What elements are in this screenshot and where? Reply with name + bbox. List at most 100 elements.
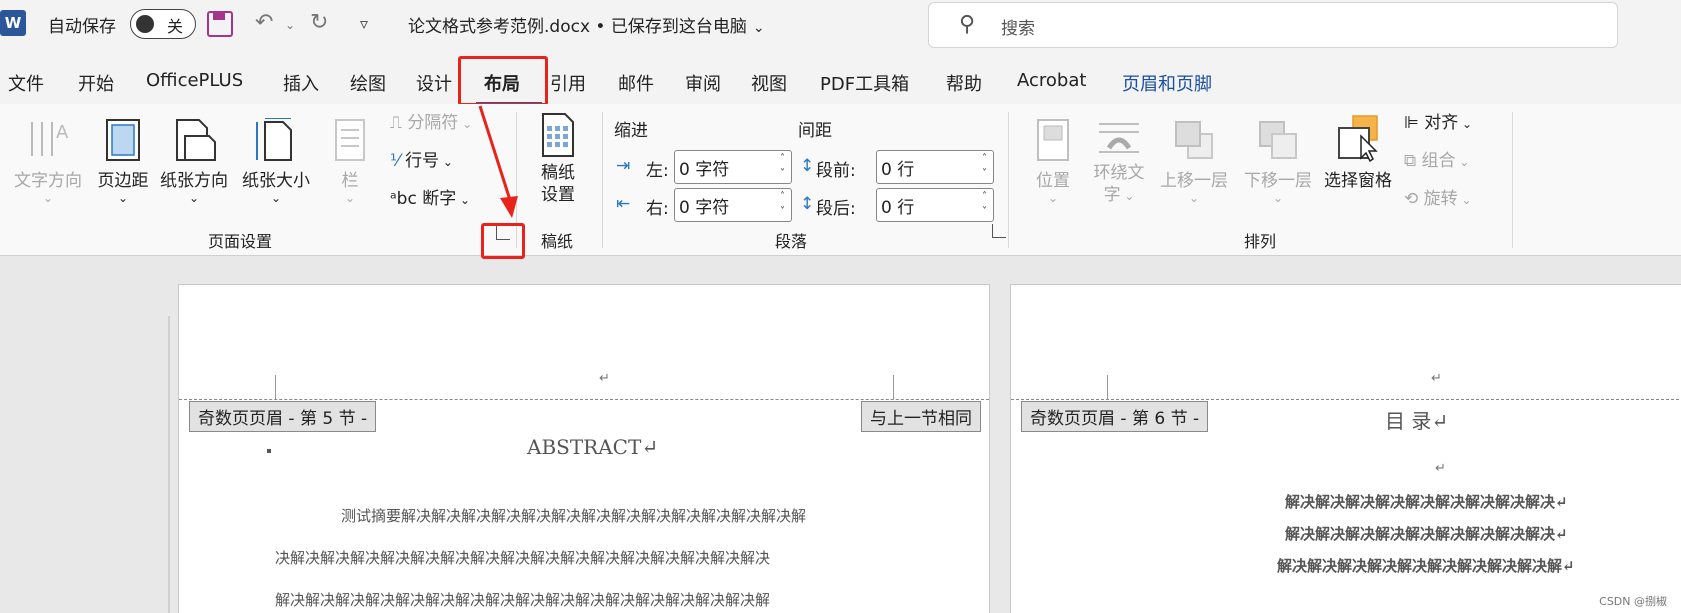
breaks-button[interactable]: ⎍ 分隔符 ⌄ [390,108,472,133]
spin-arrows-icon[interactable]: ˄ ˅ [982,189,987,219]
spacing-after-input[interactable]: 0 行 ˄ ˅ [876,188,994,222]
tab-help[interactable]: 帮助 [946,70,982,96]
wrap-text-label-2: 字 [1103,185,1121,205]
chevron-down-icon: ⌄ [344,191,356,205]
ribbon-tabs: 文件 开始 OfficePLUS 插入 绘图 设计 布局 引用 邮件 审阅 视图… [0,48,1681,105]
paragraph-mark: ↵ [1435,461,1446,476]
wrap-text-button[interactable]: 环绕文 字 ⌄ [1088,118,1150,207]
crop-mark [1107,375,1108,399]
tab-references[interactable]: 引用 [550,70,586,96]
bring-forward-label: 上移一层 [1160,171,1228,191]
document-title[interactable]: 论文格式参考范例.docx • 已保存到这台电脑 ⌄ [408,12,765,37]
layout-tab-highlight [458,56,548,106]
margins-icon [106,119,140,161]
paragraph-group-label: 段落 [775,232,808,251]
margins-button[interactable]: 页边距 ⌄ [93,118,153,205]
search-box[interactable]: ⚲ 搜索 [928,2,1618,48]
tab-officeplus[interactable]: OfficePLUS [146,70,243,91]
bullet-marker [267,449,271,453]
spin-arrows-icon[interactable]: ˄ ˅ [780,151,785,181]
tab-file[interactable]: 文件 [8,70,44,96]
rotate-icon: ⟲ [1404,189,1424,209]
annotation-arrow-icon [478,105,518,218]
line-numbers-icon: ⅟ [390,151,406,171]
group-button[interactable]: ⧉ 组合 ⌄ [1404,146,1469,171]
spacing-before-value: 0 行 [881,160,915,180]
toc-line: 解决解决解决解决解决解决解决解决解决↵ [1285,525,1568,543]
undo-dropdown-icon[interactable]: ⌄ [285,18,295,32]
tab-view[interactable]: 视图 [751,70,787,96]
hyphenation-button[interactable]: ᵃbc 断字 ⌄ [390,184,470,209]
chevron-down-icon: ⌄ [1457,193,1472,207]
customize-toolbar-icon[interactable]: ▿ [360,14,368,33]
line-numbers-button[interactable]: ⅟ 行号 ⌄ [390,146,453,171]
columns-button[interactable]: 栏 ⌄ [330,118,370,205]
bring-forward-button[interactable]: 上移一层 ⌄ [1156,118,1232,205]
header-section-tag: 奇数页页眉 - 第 6 节 - [1021,401,1209,432]
selection-pane-button[interactable]: 选择窗格 [1318,114,1398,191]
chevron-down-icon: ⌄ [1188,191,1200,205]
tab-insert[interactable]: 插入 [283,70,319,96]
chevron-down-icon: ⌄ [117,191,129,205]
chevron-down-icon: ⌄ [752,20,765,36]
chevron-down-icon: ⌄ [1458,117,1473,131]
group-separator [602,112,603,248]
send-backward-icon [1259,121,1297,159]
spacing-after-value: 0 行 [881,198,915,218]
hyphenation-icon: ᵃbc [390,189,423,209]
tab-review[interactable]: 审阅 [685,70,721,96]
indent-right-value: 0 字符 [679,198,730,218]
spacing-before-input[interactable]: 0 行 ˄ ˅ [876,150,994,184]
size-button[interactable]: 纸张大小 ⌄ [240,118,312,205]
same-as-previous-tag: 与上一节相同 [861,401,981,432]
abstract-line: 测试摘要解决解决解决解决解决解决解决解决解决解决解决解决解决解 [341,507,807,525]
save-icon[interactable] [207,11,233,37]
tab-header-footer[interactable]: 页眉和页脚 [1122,70,1212,96]
spacing-after-label: 段后: [816,199,856,219]
group-separator [1008,112,1009,248]
redo-icon[interactable]: ↻ [310,10,328,35]
spin-arrows-icon[interactable]: ˄ ˅ [780,189,785,219]
tab-design[interactable]: 设计 [416,70,452,96]
indent-left-input[interactable]: 0 字符 ˄ ˅ [674,150,792,184]
tab-mailings[interactable]: 邮件 [618,70,654,96]
tab-home[interactable]: 开始 [78,70,114,96]
indent-right-input[interactable]: 0 字符 ˄ ˅ [674,188,792,222]
columns-label: 栏 [341,171,359,191]
page-6: ↵ 奇数页页眉 - 第 6 节 - 目 录↵ ↵ 解决解决解决解决解决解决解决解… [1010,284,1681,613]
abstract-heading: ABSTRACT↵ [527,435,659,459]
manuscript-settings-button[interactable]: 稿纸 设置 [530,112,586,206]
orientation-button[interactable]: 纸张方向 ⌄ [158,118,230,205]
align-button[interactable]: ⊫ 对齐 ⌄ [1404,108,1472,133]
undo-icon[interactable]: ↶ [255,10,273,35]
autosave-state: 关 [167,17,184,36]
search-placeholder: 搜索 [1001,19,1035,39]
spin-arrows-icon[interactable]: ˄ ˅ [982,151,987,181]
selection-pane-label: 选择窗格 [1324,171,1392,191]
margins-label: 页边距 [97,171,149,191]
position-button[interactable]: 位置 ⌄ [1028,118,1078,205]
align-icon: ⊫ [1404,113,1425,133]
crop-mark [275,375,276,399]
chevron-down-icon: ⌄ [270,191,282,205]
autosave-toggle[interactable]: 关 [130,9,196,39]
toggle-knob [136,15,154,33]
indent-right-icon: ⇤ [616,194,631,214]
abstract-line: 解决解决解决解决解决解决解决解决解决解决解决解决解决解决解决解决解 [275,591,771,609]
text-direction-button[interactable]: A 文字方向 ⌄ [10,118,86,205]
spacing-before-label: 段前: [816,161,856,181]
chevron-down-icon: ⌄ [1047,191,1059,205]
indent-left-label: 左: [646,161,669,181]
align-label: 对齐 [1424,113,1459,133]
group-icon: ⧉ [1404,151,1422,171]
text-direction-label: 文字方向 [14,171,82,191]
indent-right-label: 右: [646,199,669,219]
send-backward-button[interactable]: 下移一层 ⌄ [1240,118,1316,205]
tab-acrobat[interactable]: Acrobat [1017,70,1086,91]
tab-draw[interactable]: 绘图 [350,70,386,96]
rotate-button[interactable]: ⟲ 旋转 ⌄ [1404,184,1472,209]
chevron-down-icon: ⌄ [439,155,453,169]
header-boundary [1011,399,1681,400]
paragraph-launcher-icon[interactable] [992,224,1006,238]
tab-pdf-toolbox[interactable]: PDF工具箱 [820,70,909,96]
